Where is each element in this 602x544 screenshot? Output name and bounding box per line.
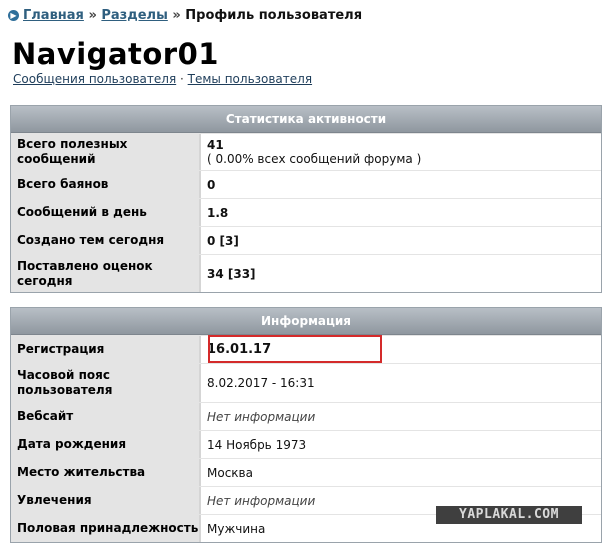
stats-row-label: Всего баянов xyxy=(11,171,201,198)
total-posts-value: 41 xyxy=(207,138,224,152)
profile-username: Navigator01 xyxy=(12,37,219,71)
breadcrumb-separator: » xyxy=(172,8,181,23)
breadcrumb-separator: » xyxy=(88,8,97,23)
info-row-label: Половая принадлежность xyxy=(11,515,201,542)
info-row-value: Нет информации xyxy=(201,403,601,430)
stats-row-label: Всего полезных сообщений xyxy=(11,134,201,170)
info-row: Вебсайт Нет информации xyxy=(11,402,601,430)
user-links: Сообщения пользователя · Темы пользовате… xyxy=(13,71,312,87)
info-row-label: Вебсайт xyxy=(11,403,201,430)
user-links-separator: · xyxy=(180,72,184,86)
breadcrumb-sections-link[interactable]: Разделы xyxy=(101,8,167,23)
breadcrumb: ▶ Главная » Разделы » Профиль пользовател… xyxy=(8,7,362,25)
info-row-label: Место жительства xyxy=(11,459,201,486)
info-row-value: 8.02.2017 - 16:31 xyxy=(201,364,601,402)
ratings-today-value: 34 [33] xyxy=(207,266,256,281)
birthdate-value: 14 Ноябрь 1973 xyxy=(207,437,307,452)
stats-row-value: 0 xyxy=(201,171,601,198)
stats-row: Поставлено оценок сегодня 34 [33] xyxy=(11,254,601,292)
info-row-label: Увлечения xyxy=(11,487,201,514)
stats-row-label: Поставлено оценок сегодня xyxy=(11,255,201,292)
total-posts-percent: ( 0.00% всех сообщений форума ) xyxy=(207,152,422,166)
posts-per-day-value: 1.8 xyxy=(207,205,229,220)
stats-row-value: 0 [3] xyxy=(201,227,601,254)
info-row-label: Регистрация xyxy=(11,336,201,363)
stats-row-label: Создано тем сегодня xyxy=(11,227,201,254)
stats-row: Всего баянов 0 xyxy=(11,170,601,198)
info-row-value: 14 Ноябрь 1973 xyxy=(201,431,601,458)
website-value: Нет информации xyxy=(207,409,316,424)
breadcrumb-home-link[interactable]: Главная xyxy=(23,8,84,23)
user-posts-link[interactable]: Сообщения пользователя xyxy=(13,72,176,86)
registration-highlight-box xyxy=(208,335,382,363)
info-row: Часовой пояс пользователя 8.02.2017 - 16… xyxy=(11,363,601,402)
timezone-value: 8.02.2017 - 16:31 xyxy=(207,376,315,390)
watermark-logo: YAPLAKAL.COM xyxy=(436,506,582,524)
stats-row: Всего полезных сообщений 41 ( 0.00% всех… xyxy=(11,133,601,170)
info-row: Дата рождения 14 Ноябрь 1973 xyxy=(11,430,601,458)
user-topics-link[interactable]: Темы пользователя xyxy=(188,72,312,86)
stats-row-value: 1.8 xyxy=(201,199,601,226)
info-row: Место жительства Москва xyxy=(11,458,601,486)
activity-stats-title: Статистика активности xyxy=(11,106,601,133)
info-row-label: Часовой пояс пользователя xyxy=(11,364,201,402)
info-title: Информация xyxy=(11,308,601,335)
info-row-value: Москва xyxy=(201,459,601,486)
stats-row-value: 41 ( 0.00% всех сообщений форума ) xyxy=(201,134,601,170)
breadcrumb-current: Профиль пользователя xyxy=(185,8,363,23)
location-value: Москва xyxy=(207,465,253,480)
activity-stats-panel: Статистика активности Всего полезных соо… xyxy=(10,105,602,293)
bayans-value: 0 xyxy=(207,177,216,192)
topics-today-value: 0 [3] xyxy=(207,233,239,248)
stats-row: Создано тем сегодня 0 [3] xyxy=(11,226,601,254)
info-row-label: Дата рождения xyxy=(11,431,201,458)
stats-row-value: 34 [33] xyxy=(201,255,601,292)
stats-row-label: Сообщений в день xyxy=(11,199,201,226)
chevron-right-icon: ▶ xyxy=(8,10,19,21)
stats-row: Сообщений в день 1.8 xyxy=(11,198,601,226)
